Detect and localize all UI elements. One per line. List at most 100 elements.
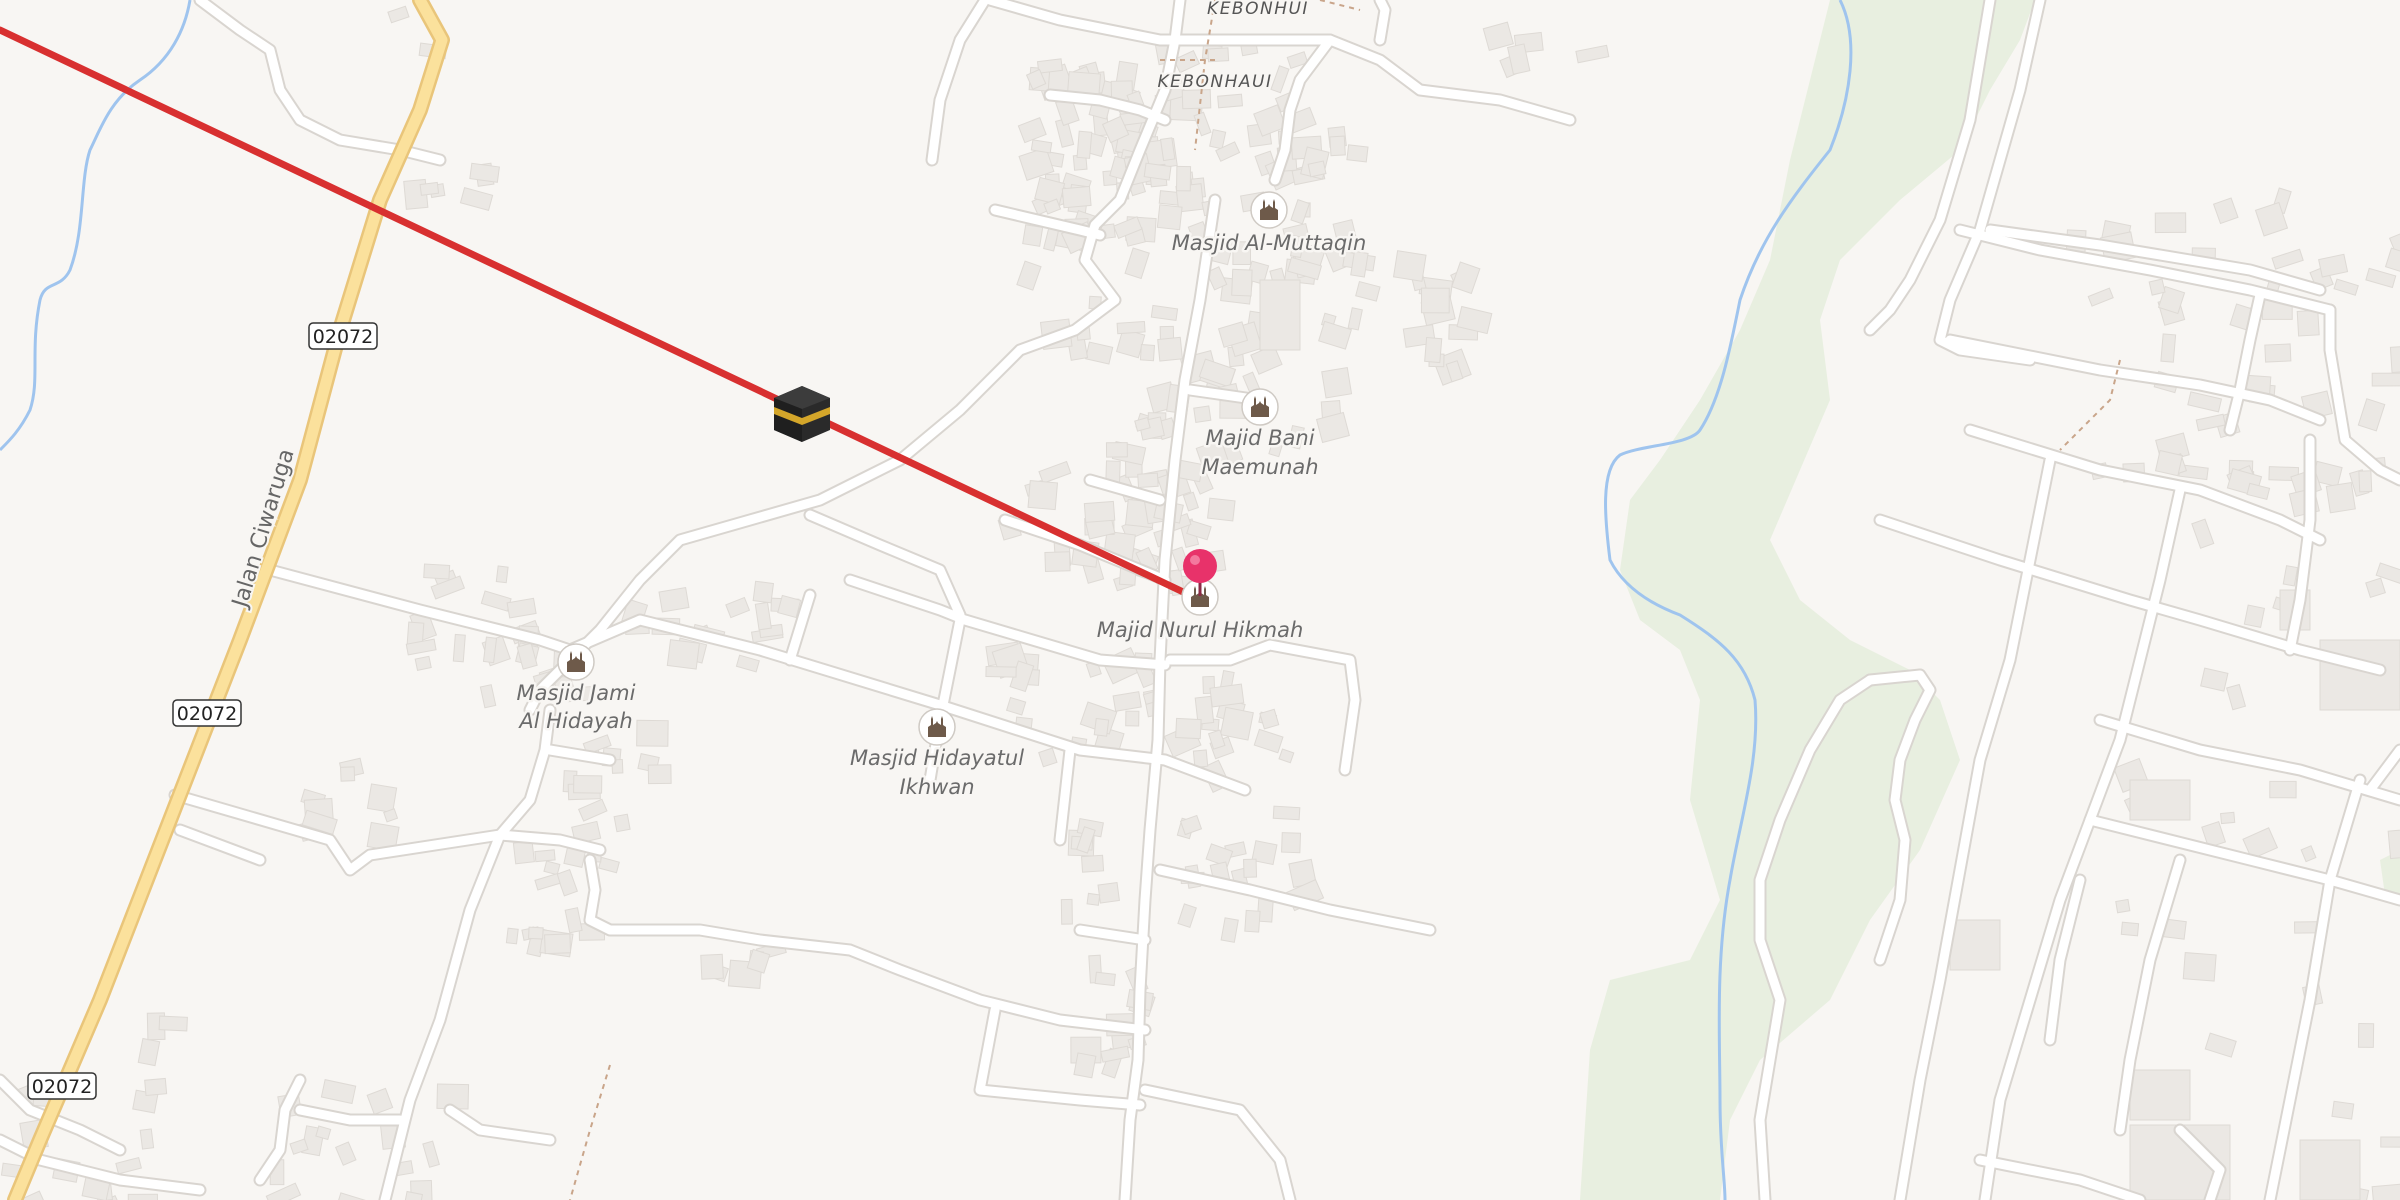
building xyxy=(2371,372,2400,387)
building xyxy=(1027,480,1059,511)
building xyxy=(1022,224,1044,247)
building xyxy=(137,1037,161,1067)
building xyxy=(754,601,772,631)
building xyxy=(2331,1100,2355,1120)
building xyxy=(1272,805,1301,821)
map-canvas[interactable]: KEBONHUI KEBONHAUI Jalan Ciwaruga 02072 … xyxy=(0,0,2400,1200)
building xyxy=(139,1128,155,1150)
building xyxy=(1124,247,1150,280)
building xyxy=(2160,333,2177,363)
building xyxy=(2200,667,2229,692)
building xyxy=(2296,309,2320,337)
building xyxy=(422,1140,440,1168)
mosque-icon xyxy=(1241,388,1279,426)
building xyxy=(1244,909,1261,933)
building xyxy=(2264,343,2292,363)
building xyxy=(158,1015,188,1032)
building xyxy=(1093,717,1110,737)
building xyxy=(1243,858,1258,878)
building xyxy=(2333,278,2359,296)
road-casing xyxy=(925,0,992,167)
building xyxy=(1076,130,1093,159)
building xyxy=(1318,320,1353,350)
road xyxy=(380,830,505,1200)
building xyxy=(2120,921,2140,937)
building xyxy=(366,783,398,814)
road-shield-number: 02072 xyxy=(32,1076,92,1098)
road xyxy=(1140,1085,1295,1200)
building xyxy=(2129,779,2191,821)
building xyxy=(1016,260,1042,291)
building xyxy=(1005,696,1027,716)
poi-label-line2: Maemunah xyxy=(1201,455,1318,479)
building xyxy=(543,860,561,876)
building xyxy=(1270,65,1290,94)
road xyxy=(175,825,265,865)
building xyxy=(2384,247,2400,274)
building xyxy=(1044,551,1071,572)
building xyxy=(534,873,561,891)
building xyxy=(2299,1139,2361,1200)
building xyxy=(1482,21,1514,52)
building xyxy=(2204,1032,2237,1058)
building xyxy=(573,774,603,794)
building xyxy=(2357,1022,2375,1048)
road-casing xyxy=(263,563,1252,797)
building xyxy=(2148,278,2166,296)
building xyxy=(1392,250,1427,282)
building xyxy=(1949,919,2001,971)
building xyxy=(127,1193,159,1200)
building xyxy=(1278,748,1295,764)
kebonhui-top-label: KEBONHUI xyxy=(1207,0,1309,19)
building xyxy=(1451,261,1481,295)
map-view[interactable]: KEBONHUI KEBONHAUI Jalan Ciwaruga 02072 … xyxy=(0,0,2400,1200)
building xyxy=(1061,185,1092,209)
building xyxy=(666,639,700,670)
building xyxy=(1116,320,1146,335)
building xyxy=(2220,811,2236,825)
road xyxy=(2365,745,2400,795)
building xyxy=(2154,212,2187,234)
building xyxy=(534,849,556,863)
building xyxy=(598,856,620,874)
building xyxy=(1219,706,1254,741)
building xyxy=(1177,903,1197,928)
road xyxy=(1375,0,1390,45)
road-shield-number: 02072 xyxy=(313,326,373,348)
building xyxy=(1231,268,1253,297)
building xyxy=(2271,248,2304,270)
building xyxy=(1038,747,1058,768)
building xyxy=(115,1156,142,1175)
poi-label-line1: Masjid Hidayatul xyxy=(850,746,1024,770)
building xyxy=(2087,287,2114,307)
building xyxy=(1181,89,1212,110)
building xyxy=(527,926,544,940)
road-shield: 02072 xyxy=(27,1072,97,1100)
building xyxy=(544,933,572,955)
kaaba-icon[interactable] xyxy=(774,386,830,442)
poi-majid-bani-maemunah[interactable]: Majid Bani Maemunah xyxy=(1199,388,1321,482)
building xyxy=(1060,898,1073,925)
building xyxy=(564,907,583,934)
poi-label-line1: Masjid Jami xyxy=(517,681,636,705)
building xyxy=(752,580,775,604)
building xyxy=(419,181,440,196)
building xyxy=(1182,491,1200,512)
building xyxy=(725,596,751,619)
building xyxy=(2154,449,2184,477)
building xyxy=(985,666,1017,678)
building xyxy=(469,162,500,183)
building xyxy=(505,927,519,945)
building xyxy=(658,587,690,613)
building xyxy=(452,633,466,663)
building xyxy=(512,840,535,865)
building xyxy=(495,565,509,584)
building xyxy=(1137,472,1159,489)
road xyxy=(1975,1155,2145,1200)
building xyxy=(1143,162,1172,181)
building xyxy=(1073,1052,1097,1079)
building xyxy=(1175,717,1202,740)
building xyxy=(2318,253,2349,278)
building xyxy=(1139,344,1156,362)
building xyxy=(1100,1045,1131,1063)
